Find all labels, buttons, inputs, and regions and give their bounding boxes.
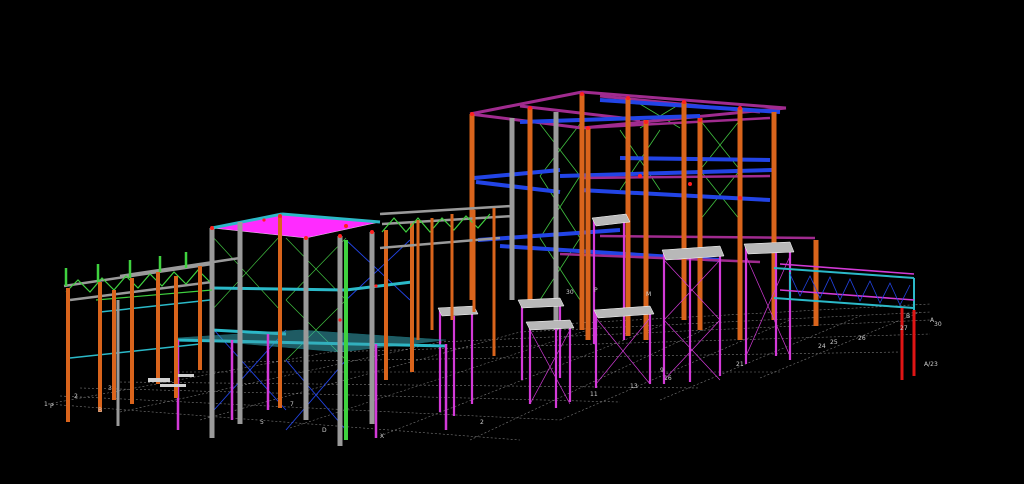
grid-label: X	[380, 433, 384, 440]
grid-label: 11	[590, 391, 598, 398]
grid-label: 9	[660, 367, 664, 374]
grid-label: 2	[74, 393, 78, 400]
center-frame	[175, 212, 448, 446]
grid-label: 24	[818, 343, 826, 350]
grid-label: 26	[858, 335, 866, 342]
grid-label: 21	[736, 361, 744, 368]
ground-grid	[47, 303, 931, 441]
grid-label: 27	[900, 325, 908, 332]
equipment-small	[148, 374, 194, 387]
grid-label: P	[50, 403, 54, 410]
grid-label: 2	[480, 419, 484, 426]
grid-label: 5	[260, 419, 264, 426]
grid-label: P	[594, 287, 598, 294]
grid-label: 25	[830, 339, 838, 346]
grid-label: 30	[934, 321, 942, 328]
3d-model-viewport[interactable]: 1 P 2 3 B 5 7 D 30 P M 11 13 16 21 24 25…	[0, 0, 1024, 484]
rack-columns	[416, 208, 496, 356]
grid-label: 3	[108, 385, 112, 392]
grid-label: M	[646, 291, 651, 298]
left-rack-ties	[69, 299, 211, 359]
steel-structure-model: 1 P 2 3 B 5 7 D 30 P M 11 13 16 21 24 25…	[44, 90, 942, 446]
grid-label: B	[906, 313, 910, 320]
columns-grey	[509, 112, 559, 330]
pipe-rack-mid	[379, 204, 515, 356]
roof-deck	[211, 213, 381, 239]
grid-label: B	[98, 407, 102, 414]
grid-label: 13	[630, 383, 638, 390]
grid-label: 16	[664, 375, 672, 382]
grid-label: A/23	[924, 361, 938, 368]
grid-label: D	[322, 427, 327, 434]
pipe-bridge	[773, 263, 916, 380]
grid-label: 7	[290, 401, 294, 408]
grid-label: 1	[44, 401, 48, 408]
grid-label: 30	[566, 289, 574, 296]
